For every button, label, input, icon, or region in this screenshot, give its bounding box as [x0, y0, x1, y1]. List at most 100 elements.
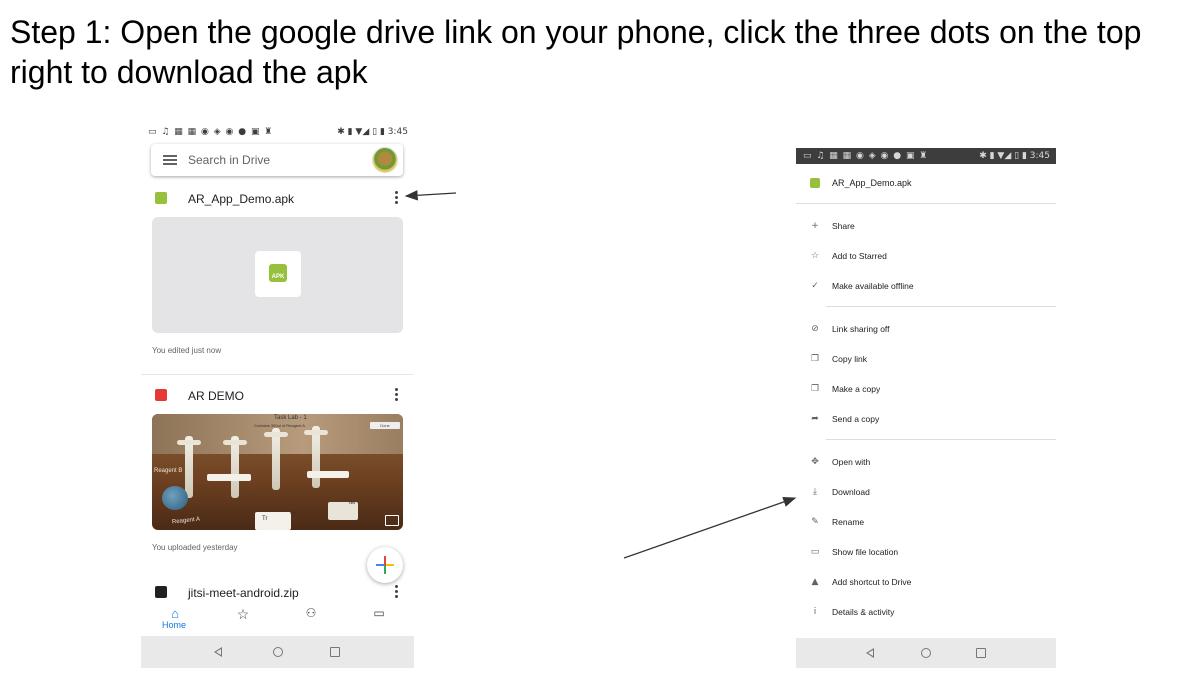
scene-label: Tr — [262, 516, 268, 522]
download-icon: ⤓ — [813, 487, 817, 497]
menu-item-make-available-offline[interactable]: ✓ Make available offline — [796, 279, 1056, 295]
recents-icon[interactable] — [330, 647, 340, 657]
video-thumbnail[interactable]: Task Lab - 1 Contains 300ul of Reagent A… — [152, 414, 403, 530]
notification-icons: ▭ ♫ ▦ ▦ ◉ ◈ ◉ ● ▣ ♜ — [803, 151, 929, 161]
new-button[interactable] — [367, 547, 403, 583]
pipette — [304, 426, 328, 488]
scene-done-button: Done — [370, 422, 400, 429]
menu-item-label: Open with — [832, 457, 871, 467]
file-copy-icon: ❐ — [810, 384, 820, 394]
file-name: AR_App_Demo.apk — [188, 192, 295, 206]
file-meta: You uploaded yesterday — [152, 543, 238, 552]
scene-label: ter — [349, 500, 357, 506]
notification-icons: ▭ ♫ ▦ ▦ ◉ ◈ ◉ ● ▣ ♜ — [148, 127, 274, 137]
more-options-icon[interactable] — [395, 585, 399, 600]
send-icon: ➦ — [811, 414, 819, 424]
menu-item-label: Add shortcut to Drive — [832, 577, 912, 587]
divider — [826, 306, 1056, 307]
hamburger-menu-icon[interactable] — [163, 155, 177, 165]
status-bar: ▭ ♫ ▦ ▦ ◉ ◈ ◉ ● ▣ ♜ ✱ ▮ ▼◢ ▯ ▮ 3:45 — [141, 122, 414, 142]
menu-item-add-shortcut-to-drive[interactable]: ▲ Add shortcut to Drive — [796, 575, 1056, 591]
bottom-navigation: ⌂ ☆ ⚇ ▭ — [141, 601, 414, 636]
signal-icons: ✱ ▮ ▼◢ ▯ ▮ — [979, 151, 1027, 161]
scene-card — [207, 474, 251, 481]
account-avatar[interactable] — [373, 148, 397, 172]
menu-item-open-with[interactable]: ✥ Open with — [796, 455, 1056, 471]
menu-item-send-a-copy[interactable]: ➦ Send a copy — [796, 412, 1056, 428]
back-icon[interactable] — [866, 648, 874, 658]
menu-item-label: Make a copy — [832, 384, 881, 394]
menu-item-label: Details & activity — [832, 607, 895, 617]
scene-label: Task Lab - 1 — [274, 415, 307, 421]
nav-home-label[interactable]: Home — [162, 620, 186, 630]
menu-item-label: Show file location — [832, 547, 899, 557]
offline-icon: ✓ — [811, 281, 819, 291]
file-row-video[interactable]: AR DEMO — [141, 386, 414, 408]
open-with-icon: ✥ — [811, 457, 819, 467]
arrow-to-download — [623, 496, 797, 559]
menu-item-rename[interactable]: ✎ Rename — [796, 515, 1056, 531]
scene-label: sal — [290, 510, 298, 516]
recents-icon[interactable] — [976, 648, 986, 658]
status-time: 3:45 — [387, 127, 408, 137]
more-options-icon[interactable] — [395, 191, 399, 206]
menu-item-label: Link sharing off — [832, 324, 890, 334]
menu-item-label: Copy link — [832, 354, 867, 364]
apk-tile: APK — [255, 251, 301, 297]
menu-item-make-a-copy[interactable]: ❐ Make a copy — [796, 382, 1056, 398]
menu-item-label: Send a copy — [832, 414, 880, 424]
zip-icon — [155, 586, 167, 598]
menu-item-label: Download — [832, 487, 870, 497]
plus-icon — [384, 556, 386, 574]
file-name: jitsi-meet-android.zip — [188, 586, 299, 600]
menu-item-add-to-starred[interactable]: ☆ Add to Starred — [796, 249, 1056, 265]
file-menu-screenshot: ▭ ♫ ▦ ▦ ◉ ◈ ◉ ● ▣ ♜ ✱ ▮ ▼◢ ▯ ▮ 3:45 AR_A… — [796, 146, 1056, 668]
drive-shortcut-icon: ▲ — [811, 577, 819, 587]
home-icon[interactable]: ⌂ — [160, 606, 190, 621]
home-circle-icon[interactable] — [921, 648, 931, 658]
search-input[interactable]: Search in Drive — [188, 153, 270, 167]
status-bar: ▭ ♫ ▦ ▦ ◉ ◈ ◉ ● ▣ ♜ ✱ ▮ ▼◢ ▯ ▮ 3:45 — [796, 148, 1056, 164]
pipette — [264, 428, 288, 490]
search-bar[interactable]: Search in Drive — [151, 144, 403, 176]
menu-item-label: Add to Starred — [832, 251, 887, 261]
scene-label: Contains 300ul of Reagent A — [254, 423, 305, 428]
menu-item-download[interactable]: ⤓ Download — [796, 485, 1056, 501]
add-person-icon: + — [811, 221, 819, 231]
menu-item-copy-link[interactable]: ❐ Copy link — [796, 352, 1056, 368]
files-icon[interactable]: ▭ — [364, 606, 394, 620]
apk-thumbnail[interactable]: APK — [152, 217, 403, 333]
star-icon: ☆ — [810, 251, 820, 261]
step-heading: Step 1: Open the google drive link on yo… — [10, 14, 1142, 90]
copy-icon: ❐ — [810, 354, 820, 364]
system-navigation — [796, 638, 1056, 668]
menu-item-share[interactable]: + Share — [796, 219, 1056, 235]
file-meta: You edited just now — [152, 346, 222, 355]
scene-card — [255, 512, 291, 530]
menu-item-label: Rename — [832, 517, 865, 527]
menu-item-label: Share — [832, 221, 855, 231]
flask — [162, 486, 188, 510]
info-icon: i — [813, 607, 817, 617]
file-row-apk[interactable]: AR_App_Demo.apk — [141, 189, 414, 211]
status-time: 3:45 — [1029, 151, 1050, 161]
home-circle-icon[interactable] — [273, 647, 283, 657]
shared-icon[interactable]: ⚇ — [296, 606, 326, 620]
star-icon[interactable]: ☆ — [228, 606, 258, 623]
menu-item-details-activity[interactable]: i Details & activity — [796, 605, 1056, 621]
drive-home-screenshot: ▭ ♫ ▦ ▦ ◉ ◈ ◉ ● ▣ ♜ ✱ ▮ ▼◢ ▯ ▮ 3:45 Sear… — [141, 118, 414, 668]
system-navigation — [141, 636, 414, 668]
menu-item-link-sharing-off[interactable]: ⊘ Link sharing off — [796, 322, 1056, 338]
video-icon — [155, 389, 167, 401]
apk-badge: APK — [269, 264, 287, 282]
folder-icon: ▭ — [810, 547, 820, 557]
scene-label: Reagent B — [154, 468, 183, 474]
more-options-icon[interactable] — [395, 388, 399, 403]
file-name: AR DEMO — [188, 389, 245, 403]
rename-icon: ✎ — [811, 517, 819, 527]
divider — [826, 439, 1056, 440]
signal-icons: ✱ ▮ ▼◢ ▯ ▮ — [337, 127, 385, 137]
menu-item-show-file-location[interactable]: ▭ Show file location — [796, 545, 1056, 561]
back-icon[interactable] — [214, 647, 222, 657]
divider — [141, 374, 414, 375]
